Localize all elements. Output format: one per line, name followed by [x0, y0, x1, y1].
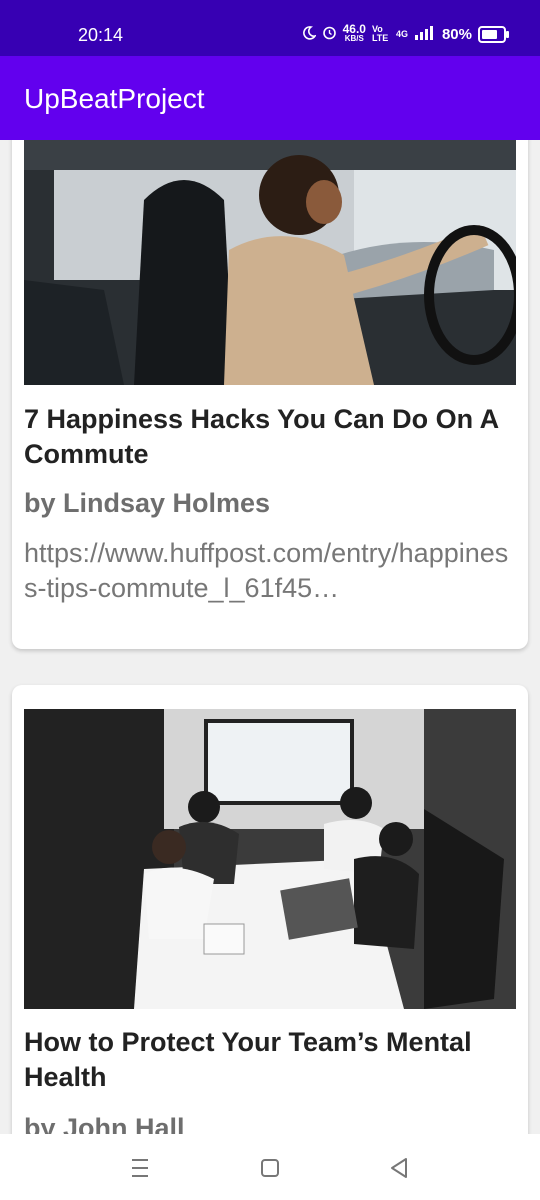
- back-icon[interactable]: [380, 1154, 420, 1182]
- alarm-icon: [322, 25, 337, 43]
- article-card[interactable]: How to Protect Your Team’s Mental Health…: [12, 685, 528, 1134]
- article-list[interactable]: 7 Happiness Hacks You Can Do On A Commut…: [0, 140, 540, 1134]
- article-author: by Lindsay Holmes: [24, 488, 271, 518]
- network-label: 4G: [395, 29, 408, 39]
- moon-icon: [302, 25, 317, 43]
- battery-percent: 80%: [441, 25, 472, 43]
- home-icon[interactable]: [250, 1154, 290, 1182]
- app-title: UpBeatProject: [24, 83, 205, 114]
- battery-icon: [478, 25, 509, 43]
- volte-label: Vo LTE: [371, 24, 389, 43]
- signal-icon: [414, 25, 436, 43]
- article-card[interactable]: 7 Happiness Hacks You Can Do On A Commut…: [12, 140, 528, 649]
- article-title[interactable]: How to Protect Your Team’s Mental Health: [24, 1025, 514, 1095]
- app-bar: UpBeatProject: [0, 56, 540, 140]
- article-author: by John Hall: [24, 1113, 185, 1134]
- article-url[interactable]: https://www.huffpost.com/entry/happiness…: [24, 536, 514, 606]
- article-image: [24, 140, 516, 385]
- article-title[interactable]: 7 Happiness Hacks You Can Do On A Commut…: [24, 402, 514, 472]
- article-image: [24, 709, 516, 1009]
- status-icons: 46.0 KB/S Vo LTE 4G 80%: [302, 22, 509, 44]
- status-time: 20:14: [78, 25, 124, 45]
- recent-apps-icon[interactable]: [120, 1154, 160, 1182]
- net-speed-unit: KB/S: [344, 34, 364, 43]
- status-bar: 20:14 46.0 KB/S Vo LTE 4G 80%: [0, 0, 540, 56]
- net-speed: 46.0: [342, 22, 366, 36]
- navigation-bar: [0, 1134, 540, 1200]
